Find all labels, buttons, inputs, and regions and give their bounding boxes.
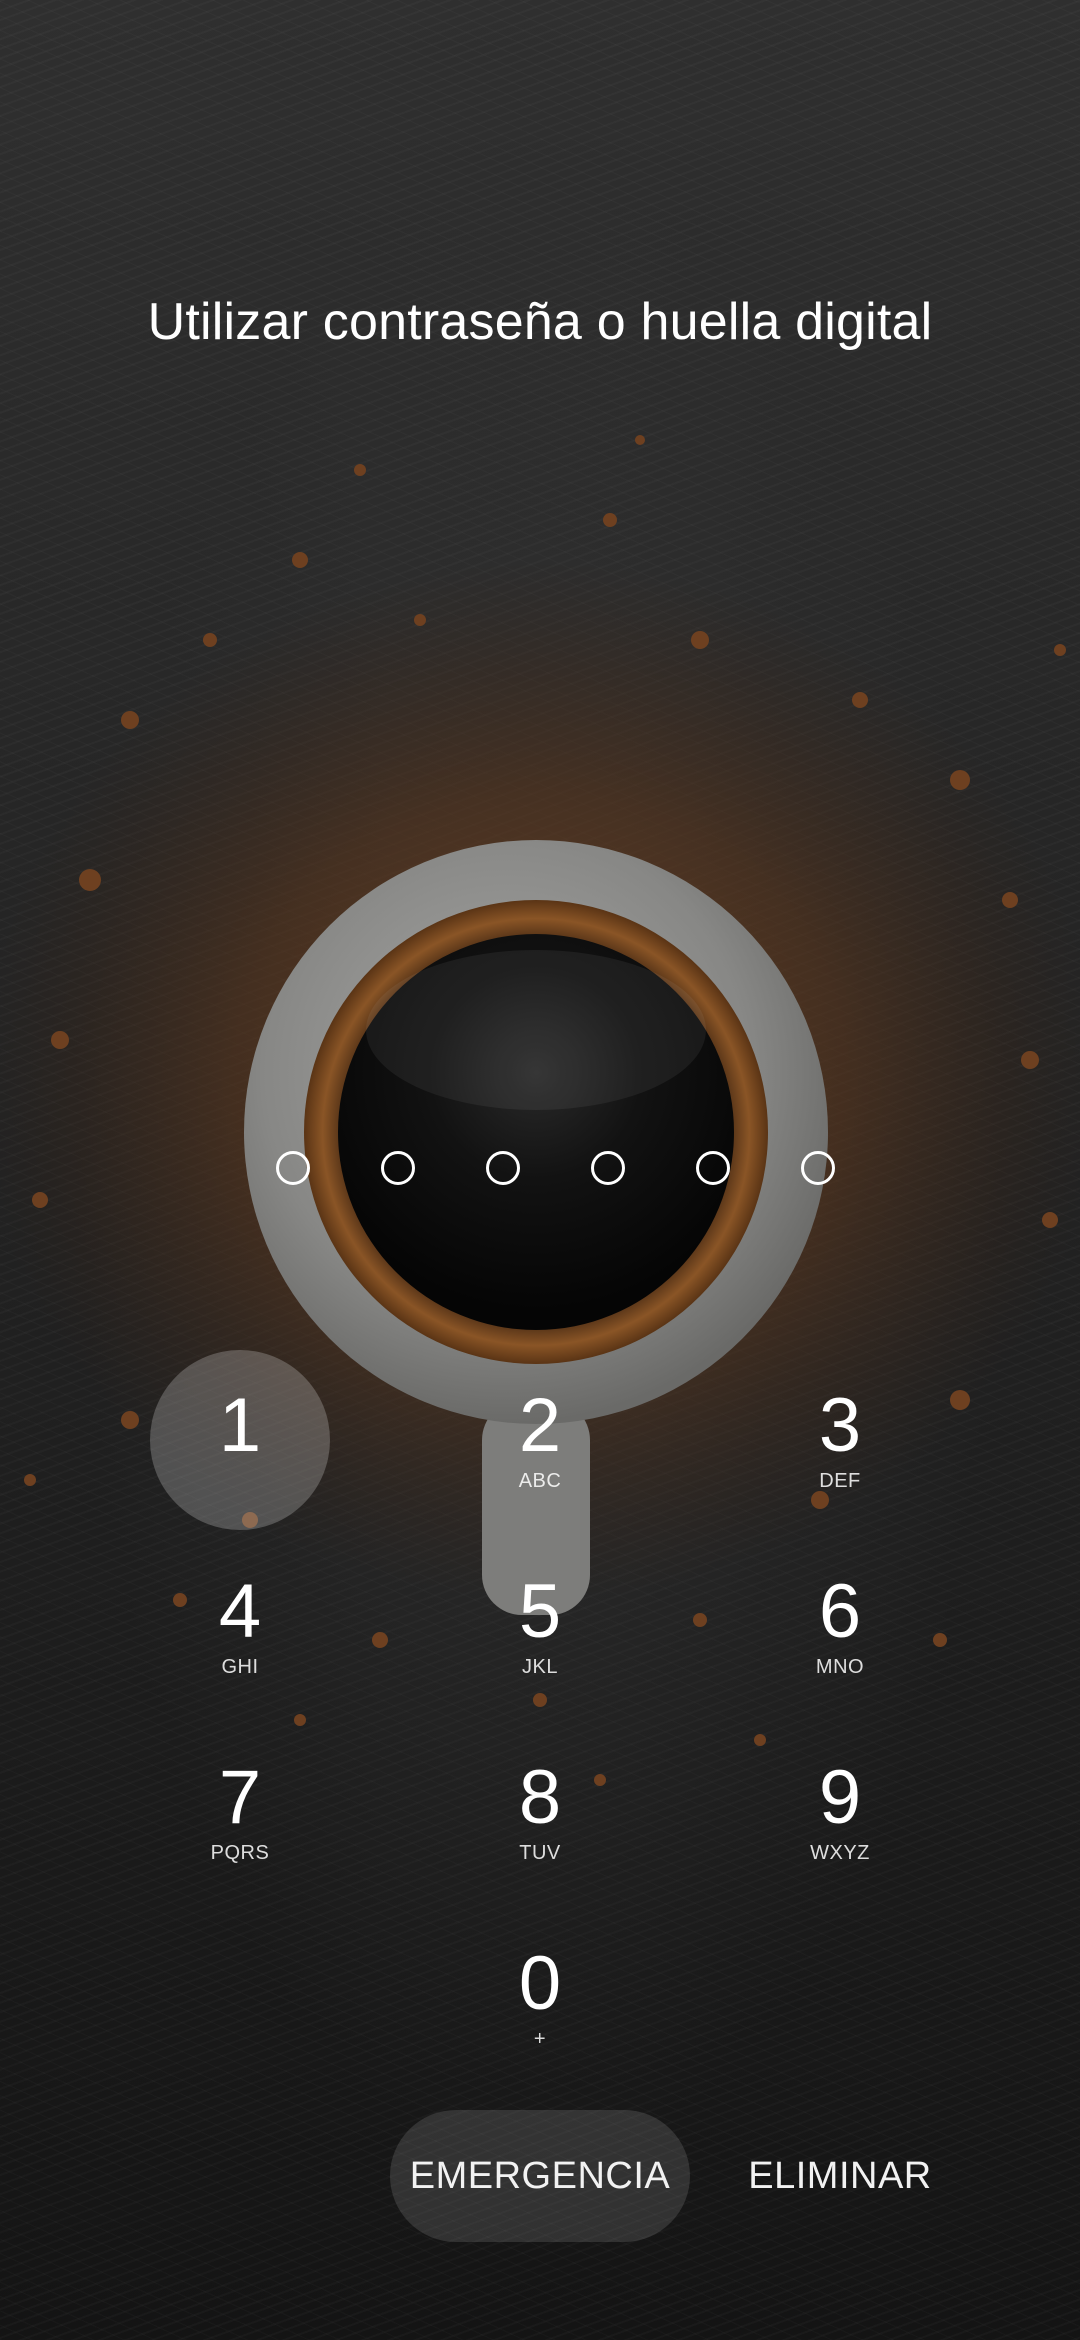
key-digit: 7	[218, 1755, 262, 1840]
key-3[interactable]: 3 DEF	[750, 1350, 930, 1530]
delete-button[interactable]: ELIMINAR	[720, 2110, 960, 2242]
key-letters: DEF	[819, 1470, 861, 1492]
pin-slot	[486, 1151, 520, 1185]
key-digit: 1	[218, 1383, 262, 1468]
key-4[interactable]: 4 GHI	[150, 1536, 330, 1716]
key-6[interactable]: 6 MNO	[750, 1536, 930, 1716]
key-letters: ABC	[518, 1470, 562, 1492]
key-digit: 3	[818, 1383, 862, 1468]
key-digit: 2	[518, 1383, 562, 1468]
key-digit: 4	[218, 1569, 262, 1654]
key-letters: TUV	[519, 1842, 561, 1864]
unlock-prompt-title: Utilizar contraseña o huella digital	[147, 293, 933, 351]
key-1[interactable]: 1	[150, 1350, 330, 1530]
pin-slot	[696, 1151, 730, 1185]
key-letters: GHI	[221, 1656, 259, 1678]
key-0[interactable]: 0 +	[450, 1908, 630, 2088]
key-letters: JKL	[522, 1656, 558, 1678]
key-letters: WXYZ	[810, 1842, 870, 1864]
key-digit: 0	[518, 1941, 562, 2026]
key-8[interactable]: 8 TUV	[450, 1722, 630, 1902]
pin-slot	[381, 1151, 415, 1185]
key-9[interactable]: 9 WXYZ	[750, 1722, 930, 1902]
key-letters: +	[533, 2028, 547, 2050]
pin-slot	[801, 1151, 835, 1185]
key-digit: 8	[518, 1755, 562, 1840]
pin-indicator	[276, 1151, 835, 1187]
key-7[interactable]: 7 PQRS	[150, 1722, 330, 1902]
coffee-reflection	[366, 950, 706, 1110]
key-5[interactable]: 5 JKL	[450, 1536, 630, 1716]
key-digit: 9	[818, 1755, 862, 1840]
emergency-button[interactable]: EMERGENCIA	[390, 2110, 690, 2242]
key-digit: 6	[818, 1569, 862, 1654]
key-letters: MNO	[815, 1656, 865, 1678]
key-letters: PQRS	[210, 1842, 270, 1864]
key-digit: 5	[518, 1569, 562, 1654]
key-2[interactable]: 2 ABC	[450, 1350, 630, 1530]
pin-slot	[591, 1151, 625, 1185]
pin-slot	[276, 1151, 310, 1185]
